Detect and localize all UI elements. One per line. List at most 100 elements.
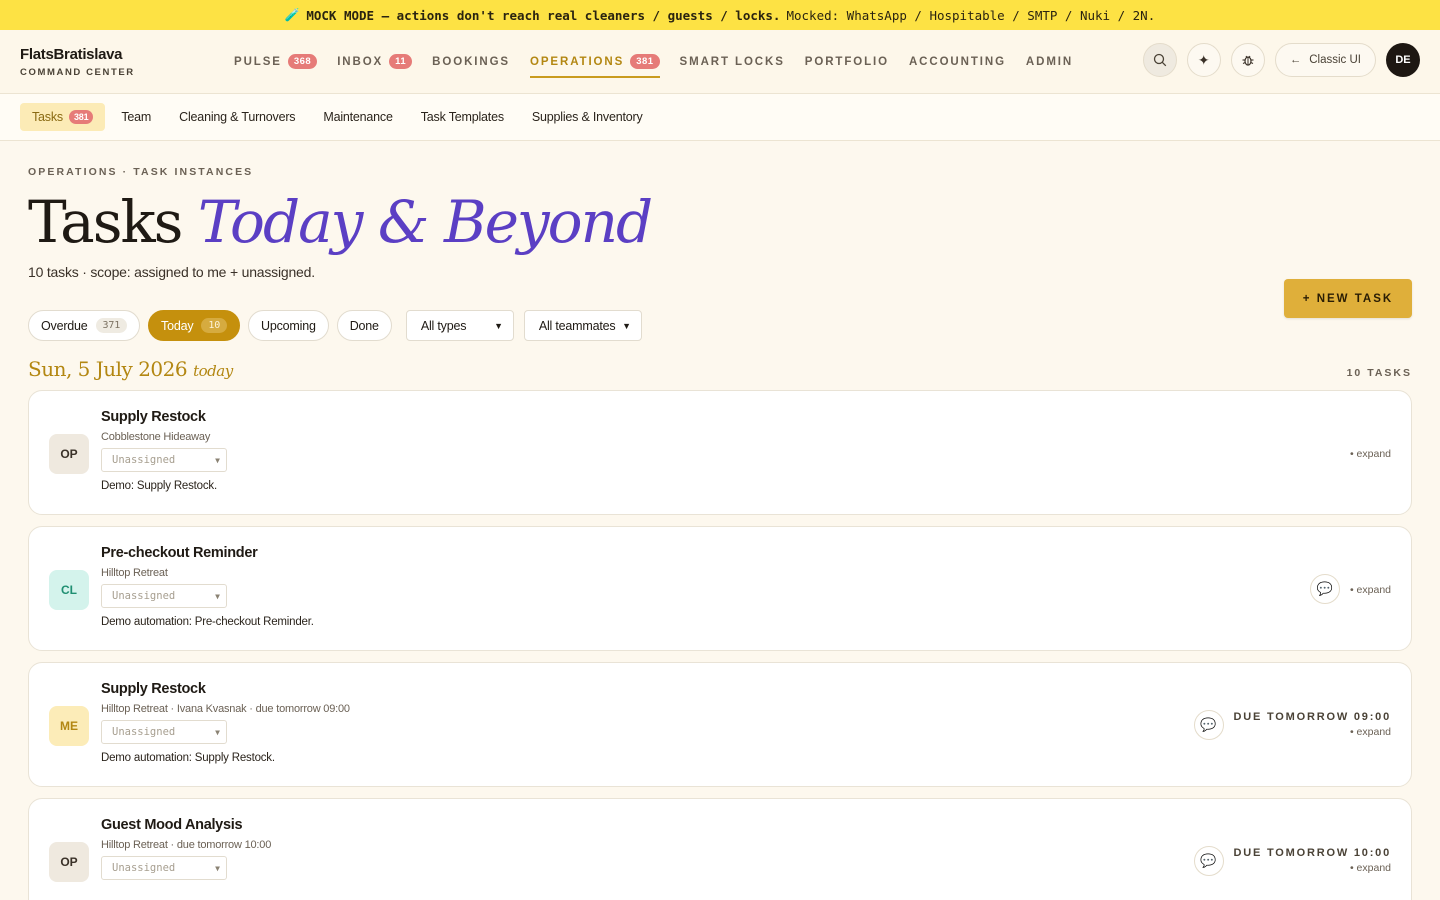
expand-link[interactable]: • expand: [1350, 448, 1391, 460]
chevron-down-icon: ▼: [215, 727, 220, 737]
task-title[interactable]: Guest Mood Analysis: [101, 817, 271, 833]
task-type-select-value: All types: [420, 318, 467, 333]
new-task-button[interactable]: + NEW TASK: [1284, 279, 1412, 318]
assignee-select[interactable]: Unassigned ▼: [101, 720, 227, 744]
task-title[interactable]: Supply Restock: [101, 681, 350, 697]
filter-chip-label: Today: [161, 318, 194, 333]
nav-item-portfolio[interactable]: PORTFOLIO: [805, 30, 889, 94]
teammate-select[interactable]: All teammates ▼: [523, 310, 642, 341]
task-meta: Hilltop Retreat: [101, 567, 168, 579]
task-actions: • expand: [1350, 391, 1391, 514]
assignee-select-value: Unassigned: [112, 726, 176, 738]
user-avatar[interactable]: DE: [1386, 43, 1420, 77]
nav-item-label: ACCOUNTING: [908, 55, 1006, 68]
subnav-count-badge: 381: [68, 110, 94, 124]
nav-item-accounting[interactable]: ACCOUNTING: [909, 30, 1006, 94]
nav-item-inbox[interactable]: INBOX 11: [337, 30, 413, 94]
test-tube-icon: 🧪: [284, 7, 301, 22]
mock-mode-title: MOCK MODE — actions don't reach real cle…: [306, 7, 781, 23]
task-category-avatar: OP: [49, 434, 89, 474]
chevron-down-icon: ▼: [622, 320, 631, 331]
task-list: OP Supply Restock Cobblestone Hideaway Unas…: [0, 390, 1440, 900]
search-icon: [1153, 53, 1166, 67]
task-type-select[interactable]: All types ▼: [405, 310, 514, 341]
chevron-down-icon: ▼: [215, 591, 220, 601]
task-card[interactable]: CL Pre-checkout Reminder Hilltop Retreat Un…: [28, 526, 1412, 651]
task-due-label: DUE TOMORROW 10:00: [1233, 847, 1391, 859]
subnav-item-label: Supplies & Inventory: [531, 110, 643, 124]
task-title[interactable]: Supply Restock: [101, 409, 227, 425]
search-button[interactable]: [1142, 43, 1177, 77]
chat-bubble-icon[interactable]: 💬: [1193, 845, 1224, 876]
chat-bubble-icon[interactable]: 💬: [1309, 573, 1340, 604]
subnav-item-cleaning-turnovers[interactable]: Cleaning & Turnovers: [167, 103, 307, 131]
bug-report-button[interactable]: [1230, 43, 1265, 77]
task-title[interactable]: Pre-checkout Reminder: [101, 545, 314, 561]
bug-icon: [1242, 55, 1254, 66]
nav-item-label: ADMIN: [1025, 55, 1074, 68]
filter-chip-done[interactable]: Done: [336, 310, 392, 341]
subnav-item-maintenance[interactable]: Maintenance: [311, 103, 404, 131]
sparkle-icon: ✦: [1197, 51, 1210, 68]
mock-mode-detail: Mocked: WhatsApp / Hospitable / SMTP / N…: [786, 7, 1156, 23]
assignee-select[interactable]: Unassigned ▼: [101, 584, 227, 608]
nav-item-smart-locks[interactable]: SMART LOCKS: [680, 30, 785, 94]
task-card[interactable]: OP Guest Mood Analysis Hilltop Retreat · d…: [28, 798, 1412, 900]
task-due-label: DUE TOMORROW 09:00: [1233, 711, 1391, 723]
subnav-item-tasks[interactable]: Tasks 381: [20, 103, 106, 131]
filter-chip-count: 371: [95, 318, 128, 333]
mock-mode-banner: 🧪 MOCK MODE — actions don't reach real c…: [0, 0, 1440, 30]
chevron-down-icon: ▼: [215, 455, 220, 465]
ai-assistant-button[interactable]: ✦: [1186, 43, 1221, 77]
arrow-left-icon: ←: [1289, 54, 1302, 66]
subnav-item-team[interactable]: Team: [109, 103, 163, 131]
task-category-avatar: OP: [49, 842, 89, 882]
nav-item-operations[interactable]: OPERATIONS 381: [530, 30, 660, 94]
subnav-item-label: Task Templates: [420, 110, 504, 124]
chevron-down-icon: ▼: [494, 320, 503, 331]
task-card[interactable]: ME Supply Restock Hilltop Retreat · Ivana …: [28, 662, 1412, 787]
operations-subnav: Tasks 381 Team Cleaning & Turnovers Maintena…: [0, 94, 1440, 141]
subnav-item-supplies-inventory[interactable]: Supplies & Inventory: [520, 103, 655, 131]
expand-link[interactable]: • expand: [1234, 726, 1391, 738]
subnav-item-label: Maintenance: [323, 110, 393, 124]
filter-chip-label: Done: [349, 318, 379, 333]
assignee-select[interactable]: Unassigned ▼: [101, 856, 227, 880]
task-right-text: • expand: [1350, 445, 1391, 460]
main-nav: PULSE 368 INBOX 11 BOOKINGS OPERATIONS 381 SMAR…: [234, 30, 1073, 94]
task-description: Demo automation: Pre-checkout Reminder.: [101, 616, 314, 628]
nav-item-label: SMART LOCKS: [679, 55, 785, 68]
chat-bubble-icon[interactable]: 💬: [1193, 709, 1224, 740]
expand-link[interactable]: • expand: [1234, 862, 1391, 874]
nav-item-pulse[interactable]: PULSE 368: [234, 30, 318, 94]
task-category-avatar: CL: [49, 570, 89, 610]
task-card[interactable]: OP Supply Restock Cobblestone Hideaway Unas…: [28, 390, 1412, 515]
assignee-select[interactable]: Unassigned ▼: [101, 448, 227, 472]
expand-link[interactable]: • expand: [1350, 584, 1391, 596]
nav-item-bookings[interactable]: BOOKINGS: [432, 30, 510, 94]
nav-item-count-badge: 381: [630, 54, 660, 69]
page-title: Tasks Today & Beyond: [28, 190, 1412, 254]
subnav-item-task-templates[interactable]: Task Templates: [409, 103, 516, 131]
page-title-accent: Today & Beyond: [197, 188, 653, 256]
page-title-main: Tasks: [28, 188, 183, 256]
brand[interactable]: FlatsBratislava COMMAND CENTER: [20, 46, 234, 78]
filter-chip-today[interactable]: Today 10: [148, 310, 241, 341]
filter-chip-upcoming[interactable]: Upcoming: [248, 310, 329, 341]
top-actions: ✦ ← Classic UI DE: [1142, 43, 1420, 77]
task-right-text: DUE TOMORROW 09:00 • expand: [1234, 711, 1392, 738]
filter-chip-overdue[interactable]: Overdue 371: [28, 310, 141, 341]
day-today-tag: today: [193, 362, 233, 380]
task-category-avatar: ME: [49, 706, 89, 746]
subnav-item-label: Cleaning & Turnovers: [179, 110, 296, 124]
nav-item-admin[interactable]: ADMIN: [1026, 30, 1073, 94]
assignee-select-value: Unassigned: [112, 454, 176, 466]
chevron-down-icon: ▼: [215, 863, 220, 873]
day-header: Sun, 5 July 2026 today 10 TASKS: [0, 357, 1440, 381]
task-right-text: DUE TOMORROW 10:00 • expand: [1234, 847, 1392, 874]
task-meta: Hilltop Retreat · Ivana Kvasnak · due to…: [101, 703, 350, 715]
classic-ui-button[interactable]: ← Classic UI: [1274, 43, 1376, 77]
classic-ui-label: Classic UI: [1309, 54, 1361, 66]
task-actions: 💬 • expand: [1309, 527, 1391, 650]
day-task-count: 10 TASKS: [1346, 367, 1412, 379]
